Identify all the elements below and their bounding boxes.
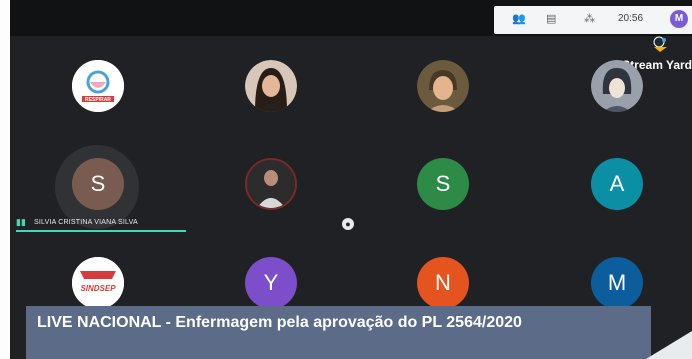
mouse-cursor-icon: ● xyxy=(342,218,354,230)
participant-photo xyxy=(591,60,643,112)
participant-tile-s-speaking[interactable]: S xyxy=(72,158,124,210)
banner-title: LIVE NACIONAL - Enfermagem pela aprovaçã… xyxy=(37,314,522,331)
participant-tile-photo-3[interactable] xyxy=(591,60,643,112)
respirar-logo-icon: RESPIRAR xyxy=(72,60,124,112)
sindsep-caption: SINDSEP xyxy=(80,284,116,293)
participant-tile-respirar[interactable]: RESPIRAR xyxy=(72,60,124,112)
live-banner: LIVE NACIONAL - Enfermagem pela aprovaçã… xyxy=(26,306,651,359)
participant-tile-photo-1[interactable] xyxy=(245,60,297,112)
participant-tile-a[interactable]: A xyxy=(591,158,643,210)
participant-tile-n[interactable]: N xyxy=(417,257,469,309)
top-bar: 👥 ▤ ⁂ 20:56 M xyxy=(10,0,692,36)
participant-tile-photo-4[interactable] xyxy=(245,158,297,210)
participant-tile-sindsep[interactable]: SINDSEP xyxy=(72,257,124,309)
people-icon[interactable]: 👥 xyxy=(512,12,526,25)
participant-photo xyxy=(247,160,295,208)
respirar-caption: RESPIRAR xyxy=(85,97,111,103)
audio-level-icon: ▮▮ xyxy=(16,218,26,228)
user-avatar[interactable]: M xyxy=(670,10,688,28)
participant-tile-s[interactable]: S xyxy=(417,158,469,210)
chat-icon[interactable]: ▤ xyxy=(546,12,556,25)
streamyard-logo-icon xyxy=(653,36,667,52)
activities-icon[interactable]: ⁂ xyxy=(584,12,595,25)
participant-tile-m[interactable]: M xyxy=(591,257,643,309)
sindsep-logo-icon: SINDSEP xyxy=(72,257,124,309)
participant-photo xyxy=(417,60,469,112)
participant-photo xyxy=(245,60,297,112)
active-speaker-name: SILVIA CRISTINA VIANA SILVA xyxy=(34,219,138,226)
clock: 20:56 xyxy=(618,13,644,24)
speaking-indicator xyxy=(16,230,186,232)
participant-tile-y[interactable]: Y xyxy=(245,257,297,309)
participant-tile-photo-2[interactable] xyxy=(417,60,469,112)
toolbar-tray: 👥 ▤ ⁂ 20:56 M xyxy=(494,6,692,34)
